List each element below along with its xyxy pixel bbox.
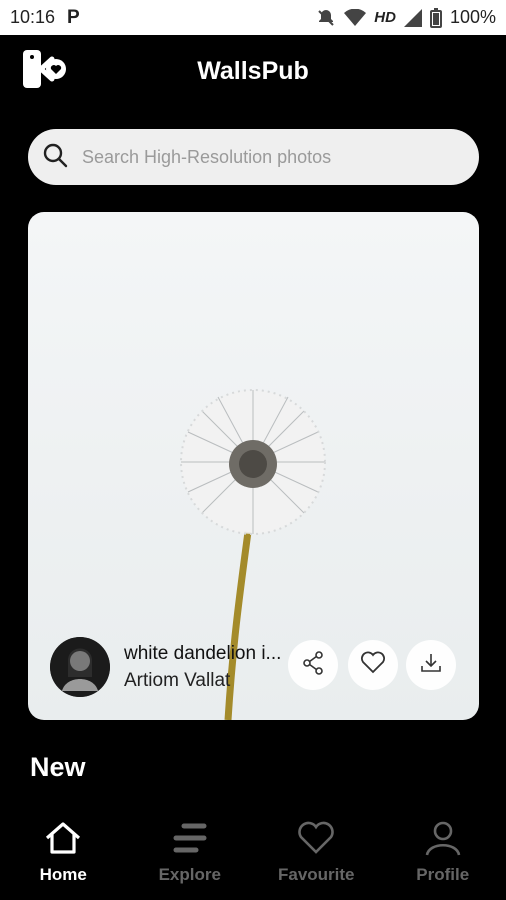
home-icon bbox=[43, 820, 83, 861]
nav-explore[interactable]: Explore bbox=[135, 820, 245, 885]
heart-icon bbox=[360, 651, 386, 680]
app-title: WallsPub bbox=[197, 56, 309, 85]
nav-profile[interactable]: Profile bbox=[388, 820, 498, 885]
nav-home[interactable]: Home bbox=[8, 820, 118, 885]
heart-icon bbox=[296, 820, 336, 861]
signal-icon bbox=[403, 8, 422, 27]
share-icon bbox=[300, 650, 326, 681]
search-input[interactable] bbox=[80, 145, 444, 169]
favourite-button[interactable] bbox=[348, 640, 398, 690]
status-time: 10:16 bbox=[10, 7, 56, 27]
status-bar: 10:16 P HD 100% bbox=[0, 0, 506, 35]
network-type: HD bbox=[374, 9, 396, 26]
author-avatar[interactable] bbox=[50, 637, 110, 697]
explore-icon bbox=[170, 820, 210, 861]
photo-title: white dandelion i... bbox=[124, 643, 282, 664]
carrier-icon: P bbox=[67, 6, 80, 28]
featured-photo-card[interactable]: white dandelion i... Artiom Vallat bbox=[28, 212, 479, 720]
nav-profile-label: Profile bbox=[416, 865, 470, 884]
nav-favourite[interactable]: Favourite bbox=[261, 820, 371, 885]
battery-level: 100% bbox=[449, 7, 496, 27]
wifi-icon bbox=[344, 8, 367, 27]
photo-author[interactable]: Artiom Vallat bbox=[124, 670, 230, 692]
app-bar: WallsPub bbox=[0, 35, 506, 107]
profile-icon bbox=[423, 820, 463, 861]
logo-icon[interactable] bbox=[22, 49, 68, 89]
download-icon bbox=[419, 651, 443, 680]
mute-icon bbox=[316, 8, 336, 28]
battery-icon bbox=[429, 7, 442, 28]
nav-explore-label: Explore bbox=[158, 865, 221, 884]
bottom-navigation: Home Explore Favourite Profile bbox=[0, 820, 506, 900]
nav-favourite-label: Favourite bbox=[277, 865, 355, 884]
nav-home-label: Home bbox=[39, 865, 87, 884]
section-title-new: New bbox=[30, 752, 86, 782]
search-icon bbox=[42, 142, 68, 173]
search-bar[interactable] bbox=[28, 129, 479, 185]
share-button[interactable] bbox=[288, 640, 338, 690]
download-button[interactable] bbox=[406, 640, 456, 690]
